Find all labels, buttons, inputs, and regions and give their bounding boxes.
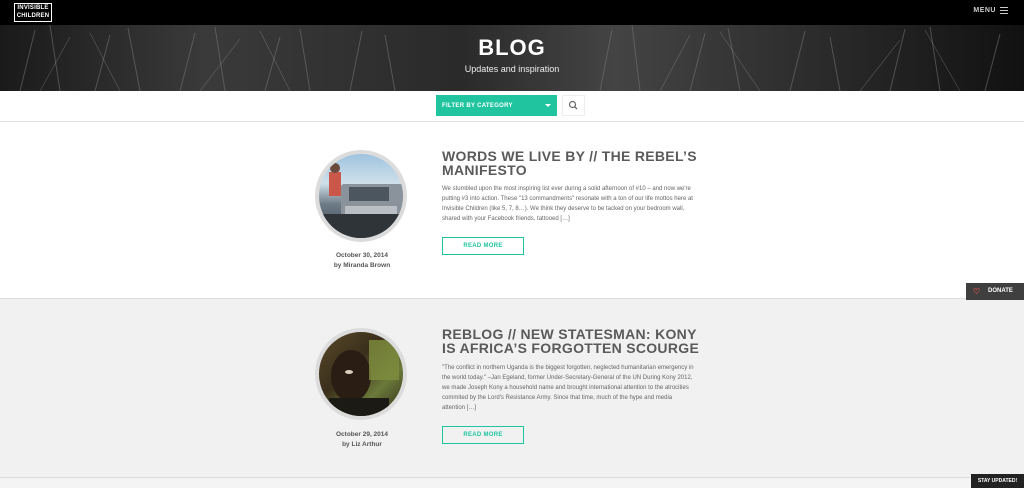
- post-excerpt: "The conflict in northern Uganda is the …: [442, 365, 694, 411]
- donate-button[interactable]: ♡ DONATE: [966, 283, 1024, 300]
- post-title[interactable]: REBLOG // NEW STATESMAN: KONY IS AFRICA’…: [442, 327, 702, 355]
- page-subtitle: Updates and inspiration: [464, 64, 560, 74]
- post-date: October 29, 2014: [335, 431, 389, 438]
- blog-post: October 29, 2014 by Liz Arthur REBLOG //…: [0, 299, 1024, 478]
- menu-label: MENU: [973, 7, 996, 14]
- filter-label: FILTER BY CATEGORY: [442, 103, 513, 109]
- top-navbar: INVISIBLE CHILDREN MENU: [0, 0, 1024, 25]
- page-title: BLOG: [478, 35, 546, 60]
- search-icon: [568, 100, 578, 110]
- post-thumbnail[interactable]: [315, 328, 407, 420]
- post-title[interactable]: WORDS WE LIVE BY // THE REBEL’S MANIFEST…: [442, 149, 702, 177]
- filter-bar: FILTER BY CATEGORY: [0, 91, 1024, 122]
- post-image: [319, 163, 403, 238]
- post-date: October 30, 2014: [335, 252, 389, 259]
- menu-button[interactable]: MENU: [973, 7, 1008, 14]
- hamburger-icon: [1000, 7, 1008, 14]
- hero-banner: BLOG Updates and inspiration: [0, 25, 1024, 91]
- filter-by-category-dropdown[interactable]: FILTER BY CATEGORY: [436, 95, 557, 116]
- donate-label: DONATE: [988, 288, 1013, 294]
- chevron-down-icon: [545, 104, 551, 107]
- search-button[interactable]: [562, 95, 585, 116]
- post-author: by Liz Arthur: [342, 441, 382, 448]
- invisible-children-logo[interactable]: INVISIBLE CHILDREN: [14, 3, 52, 22]
- stay-updated-button[interactable]: STAY UPDATED!: [971, 474, 1024, 488]
- post-author: by Miranda Brown: [333, 262, 391, 269]
- logo-line1: INVISIBLE: [17, 5, 49, 11]
- post-excerpt: We stumbled upon the most inspiring list…: [442, 186, 693, 222]
- read-more-button[interactable]: READ MORE: [442, 426, 524, 444]
- post-image: [329, 340, 399, 416]
- read-more-button[interactable]: READ MORE: [442, 237, 524, 255]
- heart-icon: ♡: [973, 287, 981, 296]
- logo-line2: CHILDREN: [16, 13, 50, 19]
- blog-post: October 30, 2014 by Miranda Brown WORDS …: [0, 122, 1024, 299]
- post-thumbnail[interactable]: [315, 150, 407, 242]
